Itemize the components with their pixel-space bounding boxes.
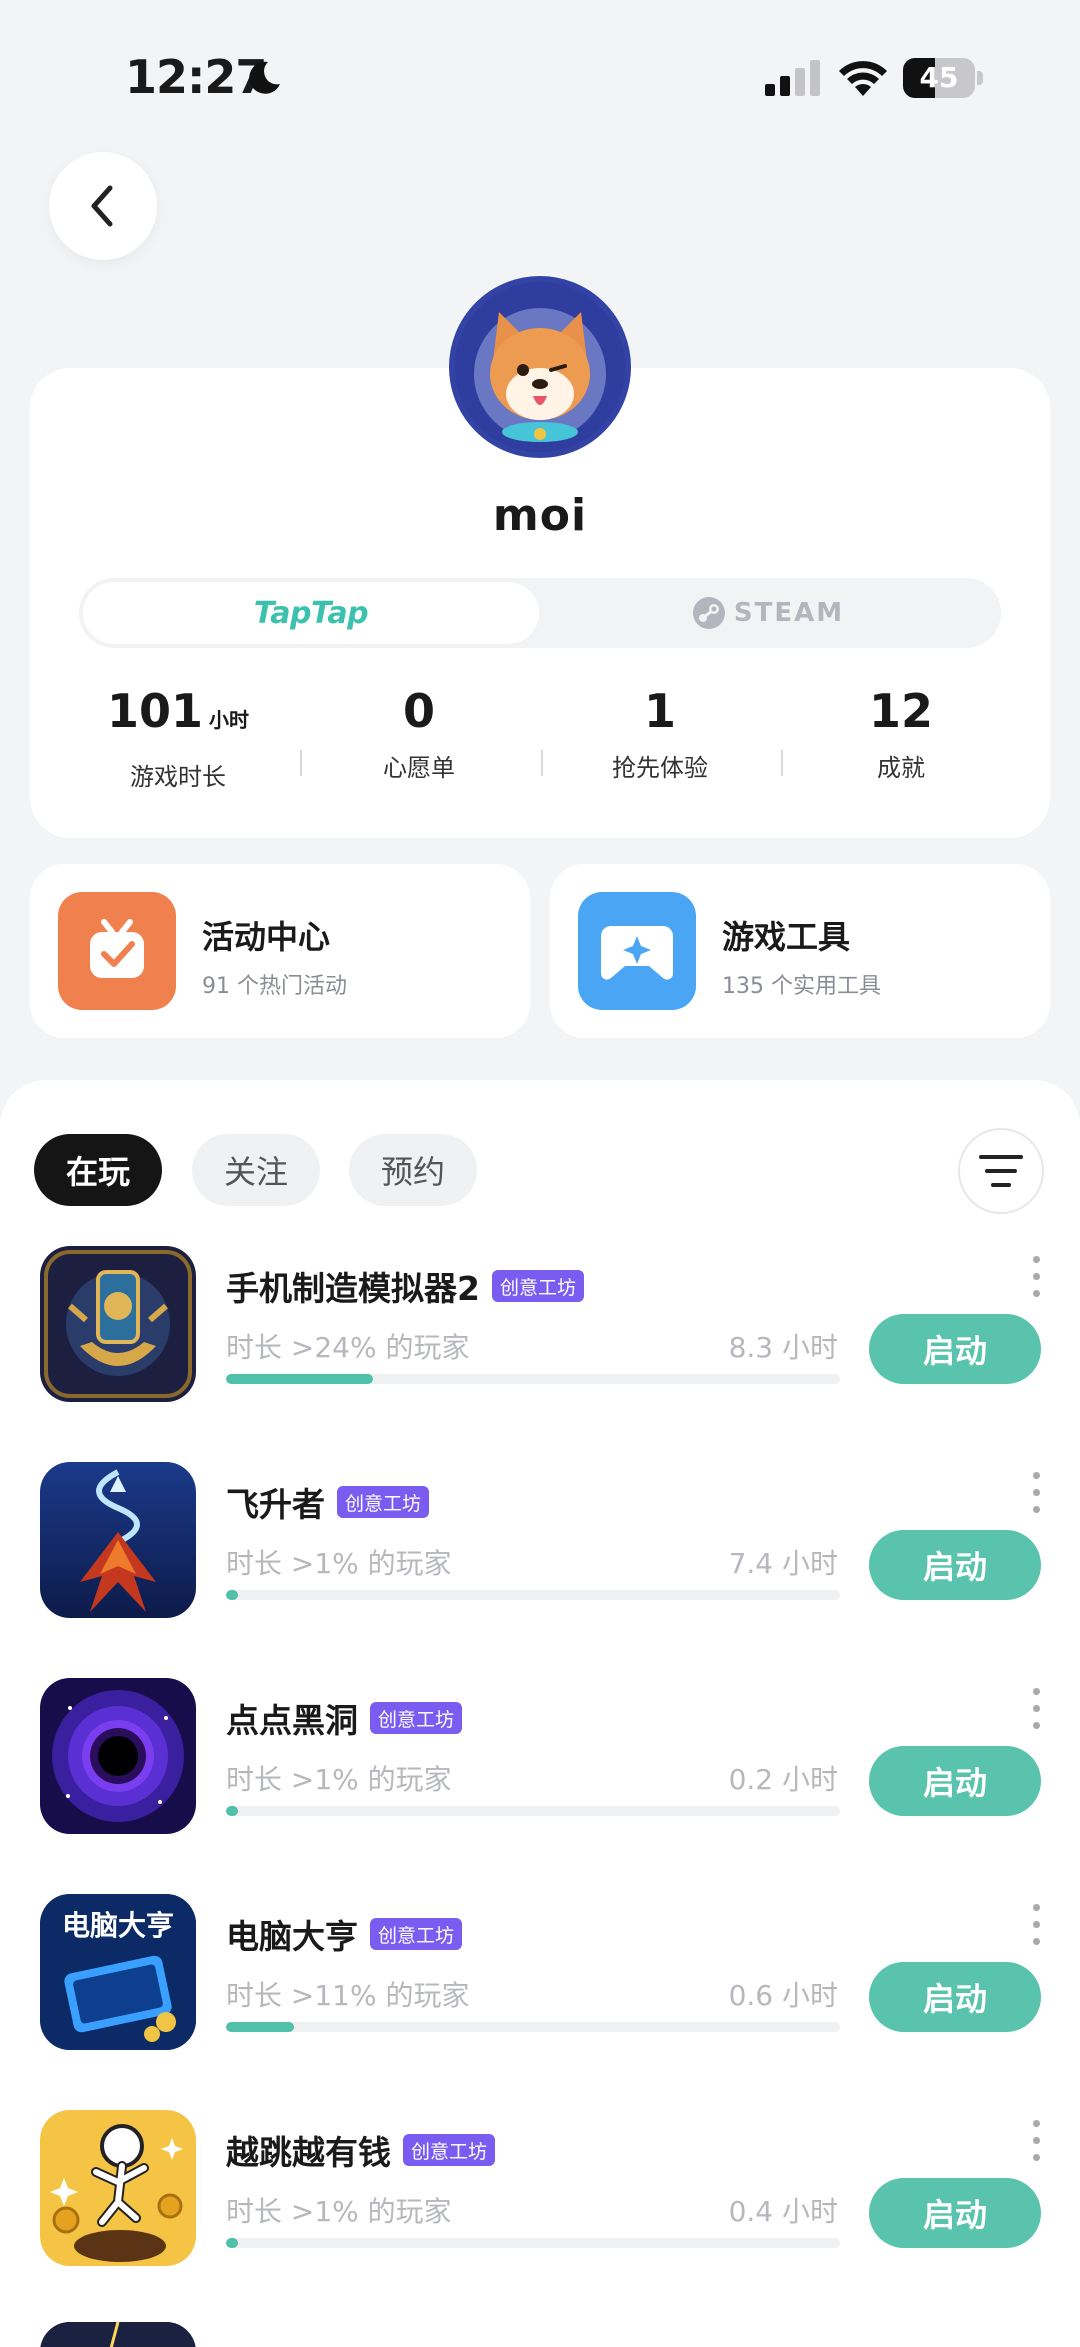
workshop-badge: 创意工坊 bbox=[370, 1702, 463, 1734]
game-title: 电脑大亨 bbox=[226, 1917, 358, 1956]
game-row[interactable]: 手机制造模拟器2 创意工坊 时长 >24% 的玩家 8.3 小时 启动 bbox=[0, 1246, 1080, 1462]
stat-value: 0 bbox=[402, 684, 435, 738]
launch-button[interactable]: 启动 bbox=[869, 2178, 1041, 2248]
stat-label: 心愿单 bbox=[383, 754, 455, 782]
stat-playtime[interactable]: 101 小时 游戏时长 bbox=[58, 680, 298, 792]
feature-subtitle: 135 个实用工具 bbox=[722, 974, 881, 999]
computer-tycoon-game-icon: 电脑大亨 bbox=[40, 1894, 196, 2050]
playtime-progress-bar bbox=[226, 2022, 840, 2032]
playtime-progress-bar bbox=[226, 1374, 840, 1384]
playtime-progress-bar bbox=[226, 1590, 840, 1600]
feature-subtitle: 91 个热门活动 bbox=[202, 974, 347, 999]
stat-label: 抢先体验 bbox=[612, 754, 708, 782]
playtime-rank: 时长 >1% 的玩家 bbox=[226, 1547, 452, 1580]
sort-button[interactable] bbox=[958, 1128, 1044, 1214]
more-options-icon[interactable] bbox=[1026, 1472, 1046, 1528]
playtime-hours: 8.3 小时 bbox=[728, 1331, 838, 1364]
cellular-signal-icon bbox=[765, 60, 820, 96]
more-options-icon[interactable] bbox=[1026, 1688, 1046, 1744]
sort-lines-icon bbox=[979, 1155, 1023, 1187]
game-row[interactable]: 飞升者 创意工坊 时长 >1% 的玩家 7.4 小时 启动 bbox=[0, 1462, 1080, 1678]
shiba-avatar-icon bbox=[455, 282, 625, 452]
workshop-badge: 创意工坊 bbox=[370, 1918, 463, 1950]
playtime-hours: 0.2 小时 bbox=[728, 1763, 838, 1796]
playtime-progress-bar bbox=[226, 1806, 840, 1816]
playtime-hours: 0.6 小时 bbox=[728, 1979, 838, 2012]
next-game-icon bbox=[40, 2322, 196, 2347]
stat-achievements[interactable]: 12 成就 bbox=[781, 680, 1021, 783]
game-title: 手机制造模拟器2 bbox=[226, 1269, 480, 1308]
back-button[interactable] bbox=[49, 152, 157, 260]
steam-tab[interactable]: STEAM bbox=[539, 582, 997, 644]
wifi-icon bbox=[839, 61, 887, 96]
stat-early-access[interactable]: 1 抢先体验 bbox=[540, 680, 780, 783]
gamepad-icon bbox=[578, 892, 696, 1010]
jump-money-game-icon bbox=[40, 2110, 196, 2266]
battery-indicator: 45 bbox=[903, 58, 983, 98]
playtime-hours: 0.4 小时 bbox=[728, 2195, 838, 2228]
phoenix-game-icon bbox=[40, 1462, 196, 1618]
stat-label: 游戏时长 bbox=[130, 763, 226, 791]
platform-toggle: TapTap STEAM bbox=[79, 578, 1001, 648]
stat-value: 12 bbox=[868, 684, 933, 738]
game-tools-card[interactable]: 游戏工具 135 个实用工具 bbox=[550, 864, 1050, 1038]
steam-label: STEAM bbox=[733, 598, 845, 628]
calendar-check-icon bbox=[58, 892, 176, 1010]
more-options-icon[interactable] bbox=[1026, 1256, 1046, 1312]
steam-logo-icon bbox=[692, 597, 725, 629]
stat-unit: 小时 bbox=[209, 708, 250, 732]
taptap-tab[interactable]: TapTap bbox=[83, 582, 539, 644]
playtime-rank: 时长 >11% 的玩家 bbox=[226, 1979, 470, 2012]
stat-value: 1 bbox=[643, 684, 676, 738]
chevron-left-icon bbox=[91, 185, 113, 227]
phone-maker-game-icon bbox=[40, 1246, 196, 1402]
game-row[interactable]: 越跳越有钱 创意工坊 时长 >1% 的玩家 0.4 小时 启动 bbox=[0, 2110, 1080, 2326]
playtime-rank: 时长 >1% 的玩家 bbox=[226, 1763, 452, 1796]
stat-value: 101 bbox=[106, 684, 204, 738]
game-icon-text: 电脑大亨 bbox=[61, 1909, 174, 1942]
tab-playing[interactable]: 在玩 bbox=[34, 1134, 162, 1206]
stat-wishlist[interactable]: 0 心愿单 bbox=[299, 680, 539, 783]
activity-center-card[interactable]: 活动中心 91 个热门活动 bbox=[30, 864, 530, 1038]
launch-button[interactable]: 启动 bbox=[869, 1962, 1041, 2032]
more-options-icon[interactable] bbox=[1026, 2120, 1046, 2176]
status-bar: 12:27 45 bbox=[0, 0, 1080, 150]
game-row[interactable]: 点点黑洞 创意工坊 时长 >1% 的玩家 0.2 小时 启动 bbox=[0, 1678, 1080, 1894]
more-options-icon[interactable] bbox=[1026, 1904, 1046, 1960]
launch-button[interactable]: 启动 bbox=[869, 1530, 1041, 1600]
playtime-rank: 时长 >24% 的玩家 bbox=[226, 1331, 470, 1364]
moon-icon bbox=[249, 61, 280, 94]
playtime-hours: 7.4 小时 bbox=[728, 1547, 838, 1580]
playtime-rank: 时长 >1% 的玩家 bbox=[226, 2195, 452, 2228]
username: moi bbox=[492, 490, 588, 541]
feature-title: 活动中心 bbox=[202, 918, 331, 956]
launch-button[interactable]: 启动 bbox=[869, 1746, 1041, 1816]
user-avatar[interactable] bbox=[449, 276, 631, 458]
tab-following[interactable]: 关注 bbox=[192, 1134, 320, 1206]
tab-reserved[interactable]: 预约 bbox=[349, 1134, 477, 1206]
game-row[interactable]: 电脑大亨 电脑大亨 创意工坊 时长 >11% 的玩家 0.6 小时 启动 bbox=[0, 1894, 1080, 2110]
playtime-progress-bar bbox=[226, 2238, 840, 2248]
stat-label: 成就 bbox=[877, 754, 925, 782]
game-title: 飞升者 bbox=[226, 1485, 325, 1524]
game-title: 越跳越有钱 bbox=[226, 2133, 391, 2172]
feature-title: 游戏工具 bbox=[722, 918, 851, 956]
workshop-badge: 创意工坊 bbox=[491, 1270, 584, 1302]
workshop-badge: 创意工坊 bbox=[403, 2134, 496, 2166]
workshop-badge: 创意工坊 bbox=[337, 1486, 430, 1518]
game-title: 点点黑洞 bbox=[226, 1701, 358, 1740]
launch-button[interactable]: 启动 bbox=[869, 1314, 1041, 1384]
black-hole-game-icon bbox=[40, 1678, 196, 1834]
battery-level: 45 bbox=[919, 61, 959, 94]
